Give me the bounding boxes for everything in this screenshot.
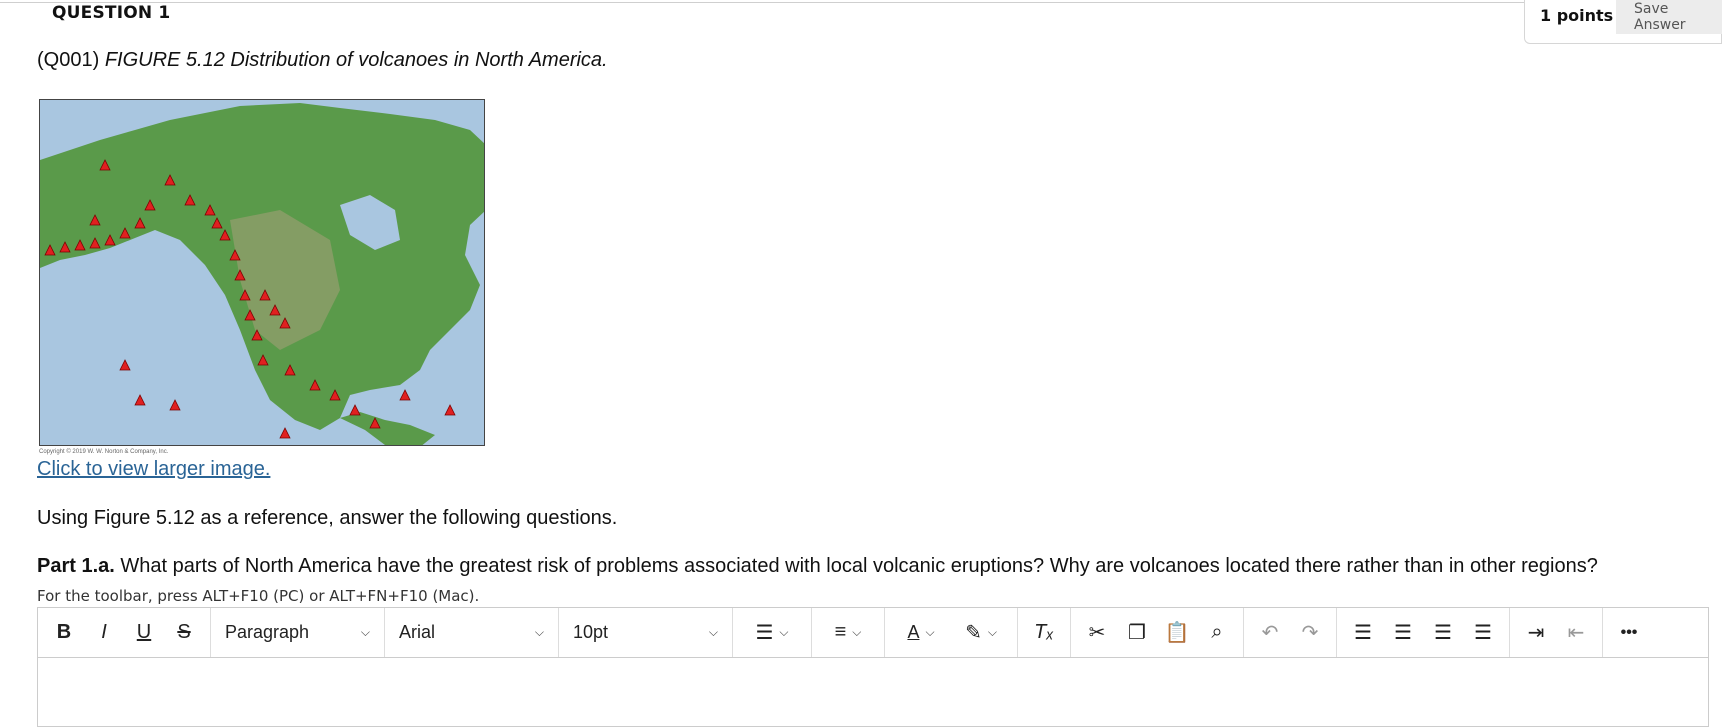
part-1a-question: Part 1.a. What parts of North America ha… (37, 555, 1598, 578)
indent-button[interactable]: ⇥ (1516, 615, 1556, 651)
editor-toolbar: B I U S Paragraph ⌵ Arial ⌵ 10pt ⌵ ☰ ⌵ ≡ ⌵ (38, 608, 1708, 658)
clear-formatting-icon: Tₓ (1034, 621, 1054, 643)
bold-icon: B (56, 621, 72, 643)
top-divider (0, 2, 1722, 3)
chevron-down-icon: ⌵ (925, 625, 935, 639)
part-text: What parts of North America have the gre… (120, 555, 1598, 577)
font-family-select[interactable]: Arial ⌵ (385, 608, 559, 657)
chevron-down-icon: ⌵ (360, 625, 370, 639)
bullet-list-icon: ☰ (755, 622, 774, 644)
copy-icon: ❐ (1128, 622, 1146, 644)
font-family-value: Arial (399, 622, 436, 642)
question-title: (Q001) FIGURE 5.12 Distribution of volca… (37, 49, 608, 72)
underline-icon: U (136, 621, 152, 643)
text-style-group: B I U S (38, 608, 211, 657)
chevron-down-icon: ⌵ (779, 625, 789, 639)
clear-format-group: Tₓ (1018, 608, 1071, 657)
question-id: (Q001) (37, 49, 100, 71)
numbered-list-group: ≡ ⌵ (812, 608, 885, 657)
underline-button[interactable]: U (124, 615, 164, 651)
image-copyright: Copyright © 2019 W. W. Norton & Company,… (39, 449, 169, 455)
list-group: ☰ ⌵ (733, 608, 812, 657)
bold-button[interactable]: B (44, 615, 84, 651)
clear-formatting-button[interactable]: Tₓ (1024, 615, 1064, 651)
numbered-list-button[interactable]: ≡ ⌵ (818, 615, 878, 651)
indent-icon: ⇥ (1527, 622, 1545, 644)
clipboard-icon: 📋 (1164, 622, 1190, 644)
font-size-select[interactable]: 10pt ⌵ (559, 608, 733, 657)
align-center-icon: ☰ (1394, 622, 1412, 644)
redo-icon: ↷ (1301, 622, 1319, 644)
history-group: ↶ ↷ (1244, 608, 1337, 657)
more-button[interactable]: ••• (1609, 615, 1649, 651)
highlight-color-button[interactable]: ✎ ⌵ (951, 615, 1011, 651)
text-color-button[interactable]: A ⌵ (891, 615, 951, 651)
more-group: ••• (1603, 608, 1655, 657)
chevron-down-icon: ⌵ (708, 625, 718, 639)
editor-content-area[interactable] (38, 658, 1708, 728)
highlighter-icon: ✎ (965, 622, 982, 644)
toolbar-hint: For the toolbar, press ALT+F10 (PC) or A… (37, 587, 480, 605)
more-icon: ••• (1620, 623, 1638, 641)
find-button[interactable]: ⌕ (1197, 615, 1237, 651)
paste-button[interactable]: 📋 (1157, 615, 1197, 651)
volcano-map-image[interactable] (39, 99, 485, 446)
italic-button[interactable]: I (84, 615, 124, 651)
bullet-list-button[interactable]: ☰ ⌵ (739, 615, 805, 651)
numbered-list-icon: ≡ (834, 621, 847, 643)
indent-group: ⇥ ⇤ (1510, 608, 1603, 657)
points-value: 1 points (1540, 6, 1614, 25)
chevron-down-icon: ⌵ (852, 625, 862, 639)
strikethrough-button[interactable]: S (164, 615, 204, 651)
rich-text-editor: B I U S Paragraph ⌵ Arial ⌵ 10pt ⌵ ☰ ⌵ ≡ ⌵ (37, 607, 1709, 727)
alignment-group: ☰ ☰ ☰ ☰ (1337, 608, 1510, 657)
chevron-down-icon: ⌵ (534, 625, 544, 639)
search-icon: ⌕ (1211, 621, 1223, 643)
figure-caption: FIGURE 5.12 Distribution of volcanoes in… (104, 49, 608, 71)
clipboard-group: ✂ ❐ 📋 ⌕ (1071, 608, 1244, 657)
undo-icon: ↶ (1261, 622, 1279, 644)
question-heading: QUESTION 1 (52, 3, 171, 23)
justify-icon: ☰ (1474, 622, 1492, 644)
align-center-button[interactable]: ☰ (1383, 615, 1423, 651)
strikethrough-icon: S (177, 621, 191, 643)
align-right-icon: ☰ (1434, 622, 1452, 644)
view-larger-image-link[interactable]: Click to view larger image. (37, 458, 270, 481)
cut-button[interactable]: ✂ (1077, 615, 1117, 651)
undo-button[interactable]: ↶ (1250, 615, 1290, 651)
block-format-select[interactable]: Paragraph ⌵ (211, 608, 385, 657)
part-label: Part 1.a. (37, 555, 115, 577)
copy-button[interactable]: ❐ (1117, 615, 1157, 651)
align-left-button[interactable]: ☰ (1343, 615, 1383, 651)
outdent-button[interactable]: ⇤ (1556, 615, 1596, 651)
redo-button[interactable]: ↷ (1290, 615, 1330, 651)
justify-button[interactable]: ☰ (1463, 615, 1503, 651)
scissors-icon: ✂ (1088, 622, 1106, 644)
italic-icon: I (101, 621, 107, 643)
color-group: A ⌵ ✎ ⌵ (885, 608, 1018, 657)
map-graphic (40, 100, 484, 445)
chevron-down-icon: ⌵ (987, 625, 997, 639)
block-format-value: Paragraph (225, 622, 310, 642)
font-size-value: 10pt (573, 622, 609, 642)
text-color-icon: A (907, 622, 920, 642)
align-right-button[interactable]: ☰ (1423, 615, 1463, 651)
save-answer-button[interactable]: Save Answer (1616, 0, 1722, 34)
outdent-icon: ⇤ (1567, 622, 1585, 644)
align-left-icon: ☰ (1354, 622, 1372, 644)
instruction-text: Using Figure 5.12 as a reference, answer… (37, 507, 618, 529)
